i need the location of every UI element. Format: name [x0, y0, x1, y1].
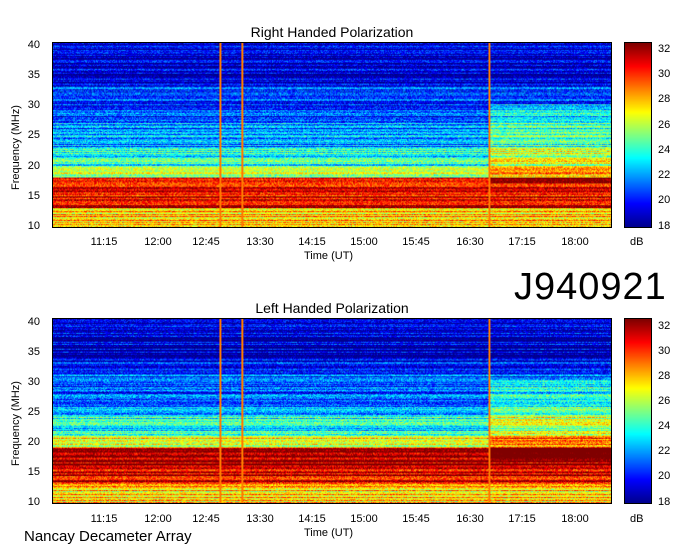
- x-tick-label: 13:30: [246, 236, 274, 248]
- y-tick-label: 40: [27, 316, 40, 328]
- colorbar-tick: 28: [658, 370, 671, 382]
- y-tick-label: 10: [27, 220, 40, 232]
- colorbar-tick: 20: [658, 470, 671, 482]
- colorbar-tick: 18: [658, 220, 671, 232]
- colorbar-tick: 20: [658, 194, 671, 206]
- colorbar: [624, 318, 652, 504]
- colorbar-tick: 26: [658, 119, 671, 131]
- colorbar-tick: 30: [658, 345, 671, 357]
- colorbar-tick: 18: [658, 496, 671, 508]
- x-tick-label: 18:00: [561, 236, 589, 248]
- colorbar-tick: 32: [658, 320, 671, 332]
- x-tick-label: 17:15: [508, 236, 536, 248]
- x-tick-label: 18:00: [561, 513, 589, 525]
- chart-title: Right Handed Polarization: [250, 24, 414, 40]
- y-axis-label: Frequency (MHz): [10, 381, 22, 466]
- x-tick-label: 17:15: [508, 513, 536, 525]
- colorbar-tick: 26: [658, 395, 671, 407]
- y-tick-label: 25: [27, 406, 40, 418]
- x-tick-label: 16:30: [456, 236, 484, 248]
- y-tick-label: 30: [27, 99, 40, 111]
- y-tick-label: 35: [27, 346, 40, 358]
- x-axis-label: Time (UT): [304, 527, 354, 539]
- x-tick-label: 15:00: [350, 513, 378, 525]
- x-tick-label: 12:00: [144, 236, 172, 248]
- colorbar-tick: 24: [658, 144, 671, 156]
- x-tick-label: 15:00: [350, 236, 378, 248]
- spectrogram-right-handed: [52, 42, 612, 228]
- x-tick-label: 13:30: [246, 513, 274, 525]
- colorbar-label: dB: [630, 236, 644, 248]
- chart-title: Left Handed Polarization: [255, 300, 409, 316]
- colorbar-tick: 28: [658, 93, 671, 105]
- y-tick-label: 35: [27, 69, 40, 81]
- x-tick-label: 14:15: [298, 236, 326, 248]
- y-tick-label: 15: [27, 466, 40, 478]
- y-tick-label: 15: [27, 190, 40, 202]
- y-tick-label: 20: [27, 160, 40, 172]
- y-axis-label: Frequency (MHz): [10, 105, 22, 190]
- x-tick-label: 16:30: [456, 513, 484, 525]
- x-axis-label: Time (UT): [304, 250, 354, 262]
- instrument-label: Nancay Decameter Array: [24, 528, 192, 545]
- x-tick-label: 12:45: [192, 236, 220, 248]
- x-tick-label: 15:45: [402, 236, 430, 248]
- colorbar-tick: 22: [658, 445, 671, 457]
- x-tick-label: 11:15: [90, 513, 118, 525]
- colorbar-label: dB: [630, 513, 644, 525]
- colorbar-tick: 24: [658, 420, 671, 432]
- colorbar-tick: 32: [658, 43, 671, 55]
- colorbar: [624, 42, 652, 228]
- x-tick-label: 12:00: [144, 513, 172, 525]
- y-tick-label: 40: [27, 39, 40, 51]
- y-tick-label: 30: [27, 376, 40, 388]
- spectrogram-left-handed: [52, 318, 612, 504]
- y-tick-label: 20: [27, 436, 40, 448]
- colorbar-tick: 22: [658, 169, 671, 181]
- x-tick-label: 15:45: [402, 513, 430, 525]
- x-tick-label: 12:45: [192, 513, 220, 525]
- colorbar-tick: 30: [658, 68, 671, 80]
- x-tick-label: 14:15: [298, 513, 326, 525]
- y-tick-label: 25: [27, 129, 40, 141]
- y-tick-label: 10: [27, 496, 40, 508]
- x-tick-label: 11:15: [90, 236, 118, 248]
